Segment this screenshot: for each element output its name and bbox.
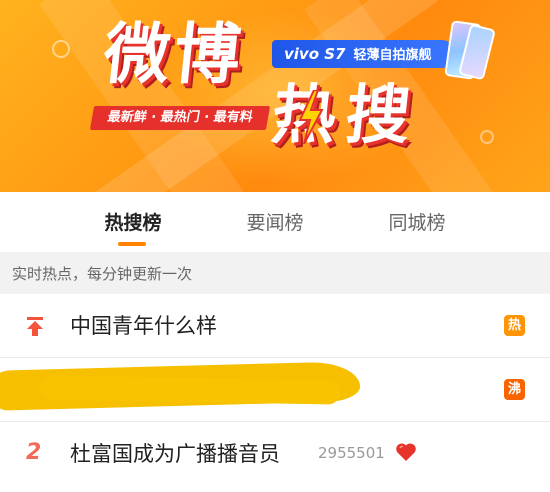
- item-title[interactable]: 杜富国成为广播播音员: [70, 438, 280, 468]
- tab-local[interactable]: 同城榜: [362, 192, 472, 252]
- banner-title-weibo: 微博: [100, 16, 249, 93]
- decor-circle: [480, 130, 494, 144]
- decor-circle: [52, 40, 70, 58]
- list-item[interactable]: 沸: [0, 358, 550, 422]
- lightning-icon: [298, 90, 324, 144]
- hot-badge: 热: [504, 315, 525, 336]
- active-tab-indicator: [118, 242, 146, 246]
- heart-icon: [396, 443, 416, 461]
- hot-search-banner[interactable]: 微博 热搜 vivo S7 轻薄自拍旗舰 最新鲜 · 最热门 · 最有料: [0, 0, 550, 192]
- hot-count: 2955501: [318, 444, 385, 462]
- list-item[interactable]: 中国青年什么样 热: [0, 294, 550, 358]
- vivo-ad-tag[interactable]: vivo S7 轻薄自拍旗舰: [272, 40, 456, 68]
- banner-title-hot-search: 热搜: [268, 79, 424, 153]
- ranking-tabs: 热搜榜 要闻榜 同城榜: [0, 192, 550, 252]
- list-item[interactable]: 2 杜富国成为广播播音员 2955501: [0, 422, 550, 492]
- update-notice: 实时热点，每分钟更新一次: [0, 252, 550, 294]
- tab-headlines[interactable]: 要闻榜: [220, 192, 330, 252]
- item-title[interactable]: 中国青年什么样: [70, 310, 217, 340]
- vivo-brand: vivo S7: [284, 45, 346, 63]
- vivo-ad-text: 轻薄自拍旗舰: [353, 48, 432, 63]
- boil-badge: 沸: [504, 379, 525, 400]
- pin-top-icon: [27, 317, 43, 336]
- banner-slogan: 最新鲜 · 最热门 · 最有料: [89, 106, 271, 130]
- rank-number: 2: [26, 440, 42, 465]
